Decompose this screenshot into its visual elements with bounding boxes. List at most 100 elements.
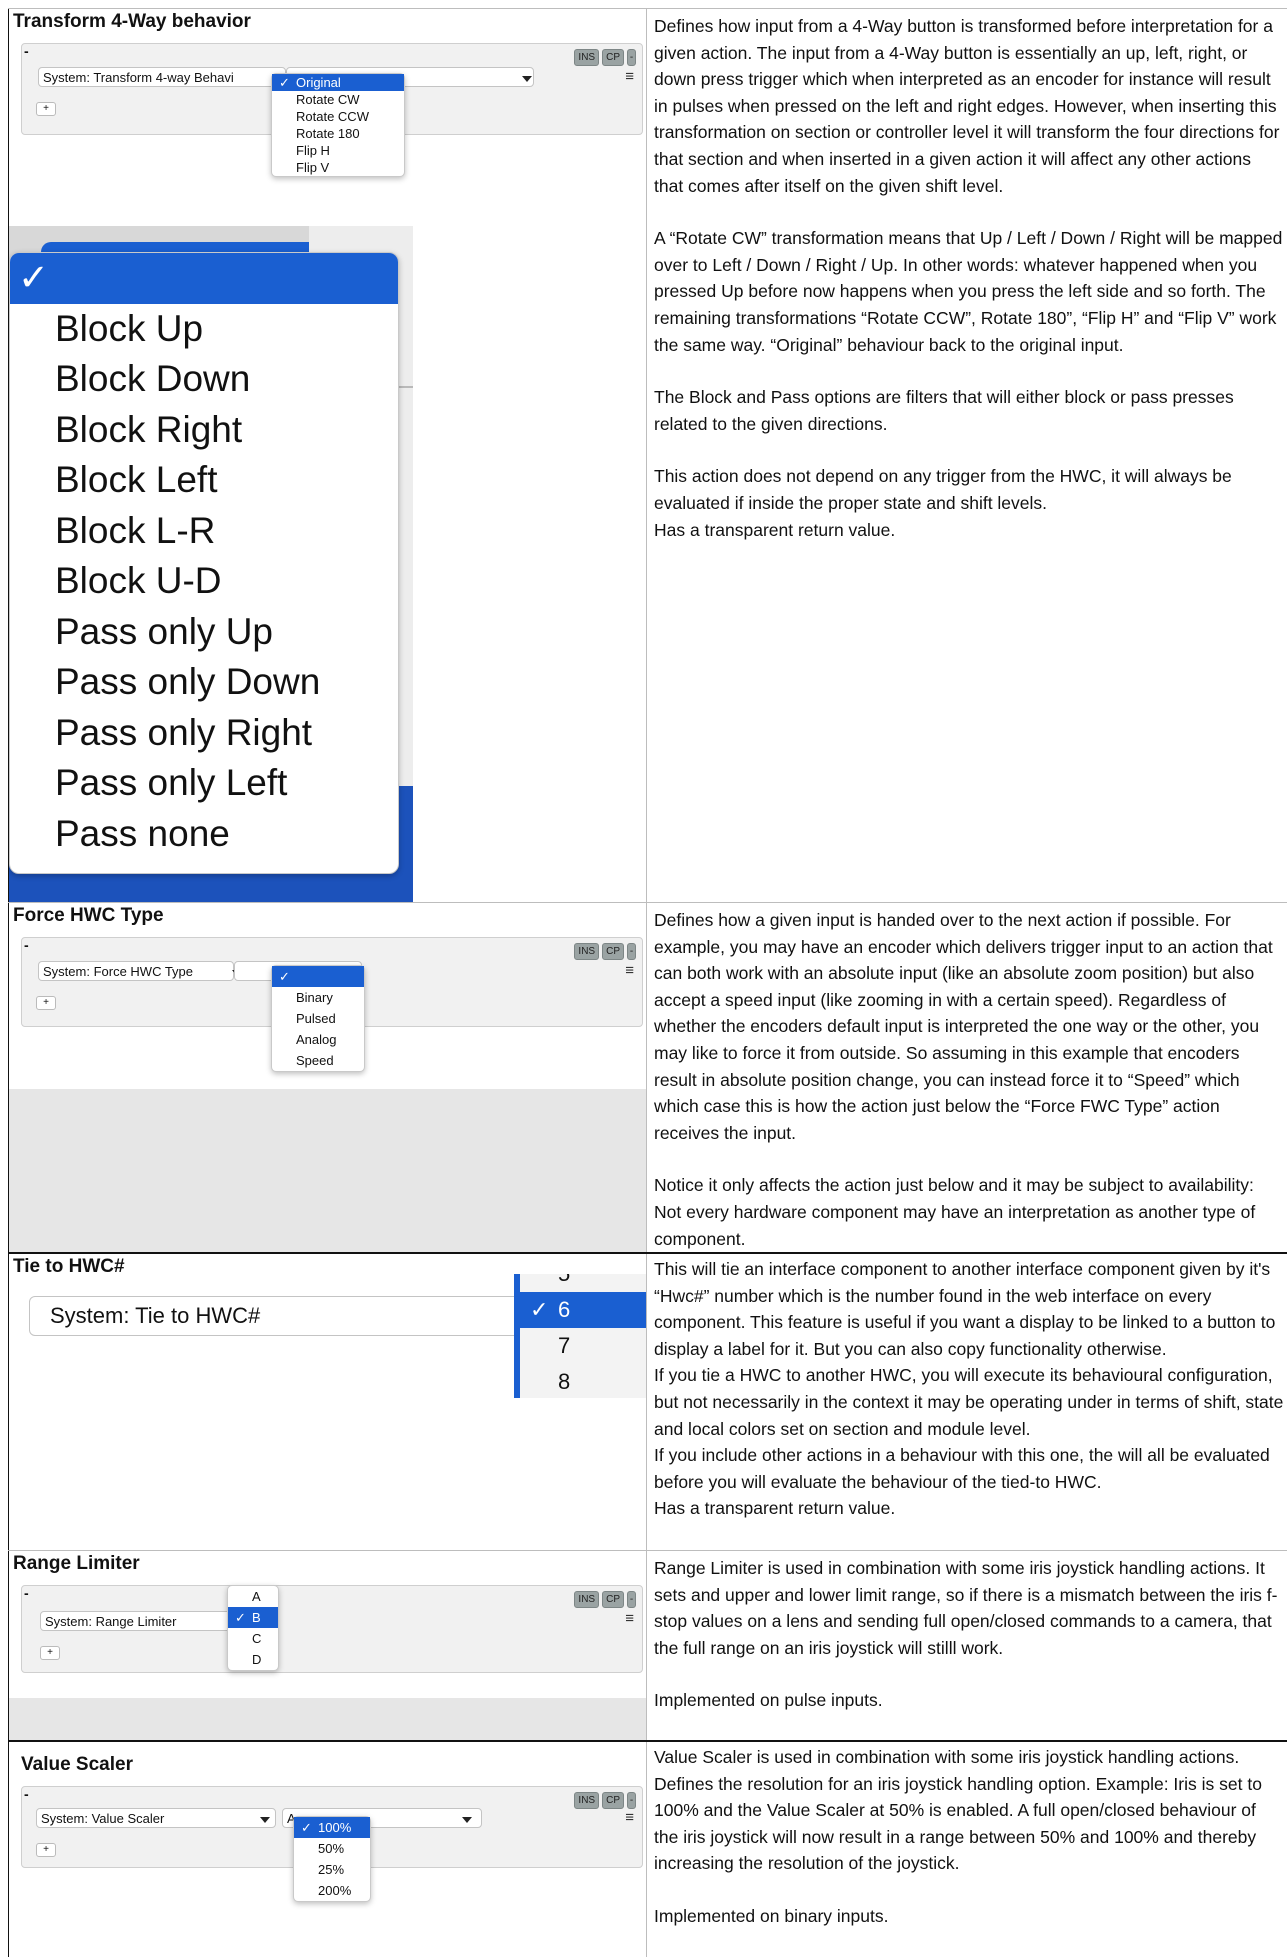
menu-option[interactable]: Pass only Left xyxy=(10,758,398,809)
menu-option[interactable]: D xyxy=(228,1649,278,1670)
checkmark-icon: ✓ xyxy=(530,1297,549,1322)
ins-button[interactable]: INS xyxy=(574,943,600,960)
menu-option[interactable]: Block Down xyxy=(10,354,398,405)
menu-option[interactable]: Block Right xyxy=(10,405,398,456)
panel-toolbar: INS CP - xyxy=(574,1792,636,1809)
paragraph: This action does not depend on any trigg… xyxy=(654,466,1232,513)
action-select[interactable]: System: Value Scaler xyxy=(36,1808,276,1828)
menu-option[interactable]: Block Up xyxy=(10,304,398,355)
panel-dash: - xyxy=(24,937,29,953)
tie-number-option[interactable]: 5 xyxy=(520,1274,646,1292)
hamburger-icon[interactable]: ≡ xyxy=(625,962,634,979)
menu-option[interactable]: Pass only Up xyxy=(10,607,398,658)
add-button[interactable]: + xyxy=(36,1843,56,1857)
paragraph: Implemented on binary inputs. xyxy=(654,1905,889,1926)
checkmark-icon: ✓ xyxy=(301,1820,312,1835)
menu-option[interactable]: A xyxy=(228,1586,278,1607)
hamburger-icon[interactable]: ≡ xyxy=(625,1809,634,1826)
chevron-down-icon xyxy=(260,1817,270,1823)
menu-option[interactable]: ✓ xyxy=(10,253,398,304)
add-button[interactable]: + xyxy=(36,102,56,116)
description: Value Scaler is used in combination with… xyxy=(654,1744,1284,1930)
menu-option[interactable]: Pulsed xyxy=(272,1008,364,1029)
add-button[interactable]: + xyxy=(40,1646,60,1660)
action-select[interactable]: System: Force HWC Type xyxy=(38,961,234,981)
menu-option[interactable]: ✓ B xyxy=(228,1607,278,1628)
menu-option[interactable]: ✓ 100% xyxy=(294,1817,370,1838)
menu-option[interactable]: Speed xyxy=(272,1050,364,1071)
tie-number-label: 5 xyxy=(558,1274,570,1286)
page: Transform 4-Way behavior - INS CP - ≡ Sy… xyxy=(0,0,1287,1957)
menu-option[interactable]: 50% xyxy=(294,1838,370,1859)
panel-toolbar: INS CP - xyxy=(574,1591,636,1608)
ins-button[interactable]: INS xyxy=(574,1792,600,1809)
menu-option[interactable]: C xyxy=(228,1628,278,1649)
ins-button[interactable]: INS xyxy=(574,1591,600,1608)
menu-option-label: C xyxy=(252,1631,262,1646)
paragraph: A “Rotate CW” transformation means that … xyxy=(654,228,1283,355)
cp-button[interactable]: CP xyxy=(602,943,624,960)
delete-button[interactable]: - xyxy=(627,49,636,66)
hamburger-icon[interactable]: ≡ xyxy=(625,68,634,85)
section-title: Force HWC Type xyxy=(13,905,164,926)
menu-option[interactable]: Binary xyxy=(272,987,364,1008)
tie-number-label: 7 xyxy=(558,1333,571,1358)
menu-option-label: Block Down xyxy=(55,358,251,399)
menu-option-label: Speed xyxy=(296,1053,334,1068)
tie-number-option[interactable]: ✓ 6 xyxy=(520,1292,646,1328)
action-select[interactable]: System: Range Limiter xyxy=(40,1611,236,1631)
tie-number-option[interactable]: 7 xyxy=(520,1328,646,1364)
description: Defines how input from a 4-Way button is… xyxy=(654,13,1284,569)
paragraph: If you tie a HWC to another HWC, you wil… xyxy=(654,1365,1284,1439)
cp-button[interactable]: CP xyxy=(602,1591,624,1608)
right-cell: Defines how a given input is handed over… xyxy=(646,903,1287,1253)
delete-button[interactable]: - xyxy=(627,1792,636,1809)
hamburger-icon[interactable]: ≡ xyxy=(625,1610,634,1627)
panel-dash: - xyxy=(24,43,29,59)
panel-toolbar: INS CP - xyxy=(574,943,636,960)
transform-dropdown-menu: ✓ Original Rotate CW Rotate CCW Rotate 180 Fl… xyxy=(271,73,405,177)
menu-option[interactable]: 200% xyxy=(294,1880,370,1901)
menu-option-label: Analog xyxy=(296,1032,337,1047)
chevron-down-icon xyxy=(462,1817,472,1823)
right-cell: Range Limiter is used in combination wit… xyxy=(646,1551,1287,1741)
menu-option[interactable]: Rotate CCW xyxy=(272,108,404,125)
menu-option-label: Block U-D xyxy=(55,560,222,601)
menu-option-label: Rotate CW xyxy=(296,92,360,107)
checkmark-icon: ✓ xyxy=(279,969,290,984)
menu-option-label: Block Up xyxy=(55,307,204,349)
action-select[interactable]: System: Tie to HWC# xyxy=(29,1296,525,1336)
menu-option[interactable]: Analog xyxy=(272,1029,364,1050)
menu-option[interactable]: ✓ xyxy=(272,966,364,987)
section-title: Transform 4-Way behavior xyxy=(13,11,251,32)
delete-button[interactable]: - xyxy=(627,943,636,960)
hwc-type-dropdown-menu: ✓ Binary Pulsed Analog Speed xyxy=(271,965,365,1072)
menu-option[interactable]: Flip H xyxy=(272,142,404,159)
cp-button[interactable]: CP xyxy=(602,1792,624,1809)
menu-option[interactable]: Pass only Down xyxy=(10,657,398,708)
tie-number-option[interactable]: 8 xyxy=(520,1364,646,1398)
menu-option[interactable]: Rotate CW xyxy=(272,91,404,108)
menu-option[interactable]: Block U-D xyxy=(10,556,398,607)
menu-option-label: Original xyxy=(296,75,341,90)
add-button[interactable]: + xyxy=(36,996,56,1010)
menu-option[interactable]: ✓ Original xyxy=(272,74,404,91)
menu-option-label: 50% xyxy=(318,1841,345,1856)
menu-option[interactable]: Pass none xyxy=(10,809,398,860)
menu-option-label: A xyxy=(252,1589,261,1604)
cp-button[interactable]: CP xyxy=(602,49,624,66)
menu-option[interactable]: Flip V xyxy=(272,159,404,176)
delete-button[interactable]: - xyxy=(627,1591,636,1608)
menu-option[interactable]: 25% xyxy=(294,1859,370,1880)
ins-button[interactable]: INS xyxy=(574,49,600,66)
range-dropdown-menu: A ✓ B C D xyxy=(227,1585,279,1671)
menu-option[interactable]: Block Left xyxy=(10,455,398,506)
menu-option[interactable]: Rotate 180 xyxy=(272,125,404,142)
menu-option-label: 100% xyxy=(318,1820,352,1835)
action-panel: - INS CP - ≡ System: Range Limiter + xyxy=(21,1585,643,1673)
section-title: Range Limiter xyxy=(13,1553,140,1574)
action-select[interactable]: System: Transform 4-way Behavi xyxy=(38,67,286,87)
left-cell: Value Scaler - INS CP - ≡ System: Value … xyxy=(8,1742,646,1957)
menu-option[interactable]: Block L-R xyxy=(10,506,398,557)
menu-option[interactable]: Pass only Right xyxy=(10,708,398,759)
